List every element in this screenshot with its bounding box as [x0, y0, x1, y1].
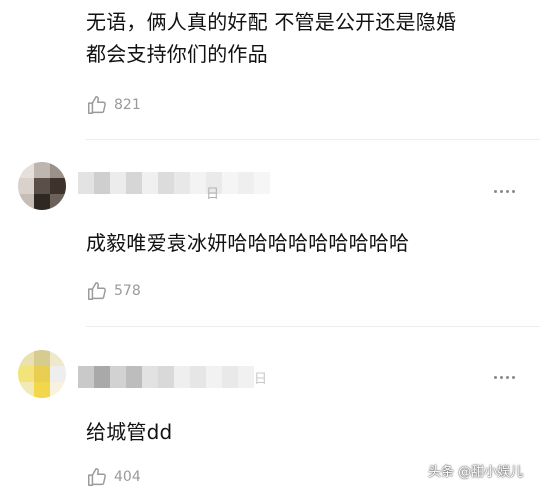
divider-1 [86, 139, 540, 140]
comment-3-like-count: 404 [114, 469, 141, 485]
comment-1-line-1: 无语，俩人真的好配 不管是公开还是隐婚 [86, 10, 457, 34]
comment-2-like-count: 578 [114, 283, 141, 299]
comment-1-text: 无语，俩人真的好配 不管是公开还是隐婚 都会支持你们的作品 [86, 6, 526, 70]
watermark: 头条 @甜小娱儿 [428, 465, 524, 480]
comment-2-like-button[interactable]: 578 [86, 280, 141, 302]
more-dots-icon[interactable] [494, 190, 515, 193]
comment-3-avatar[interactable] [18, 350, 66, 398]
comment-3-date: 日 [254, 372, 268, 387]
comment-2-text: 成毅唯爱袁冰妍哈哈哈哈哈哈哈哈哈 [86, 231, 410, 255]
comment-2-date: 日 [206, 187, 220, 202]
divider-2 [86, 326, 540, 327]
more-dots-icon[interactable] [494, 376, 515, 379]
comment-3-like-button[interactable]: 404 [86, 466, 141, 488]
comment-2-avatar[interactable] [18, 162, 66, 210]
comment-3-username-blurred[interactable] [78, 366, 254, 388]
comment-3-text: 给城管dd [86, 420, 173, 444]
thumbs-up-icon [86, 280, 108, 302]
comment-1-like-count: 821 [114, 97, 141, 113]
comment-1-like-button[interactable]: 821 [86, 94, 141, 116]
comment-1-line-2: 都会支持你们的作品 [86, 42, 268, 66]
thumbs-up-icon [86, 94, 108, 116]
thumbs-up-icon [86, 466, 108, 488]
comment-2-username-blurred[interactable] [78, 172, 270, 194]
